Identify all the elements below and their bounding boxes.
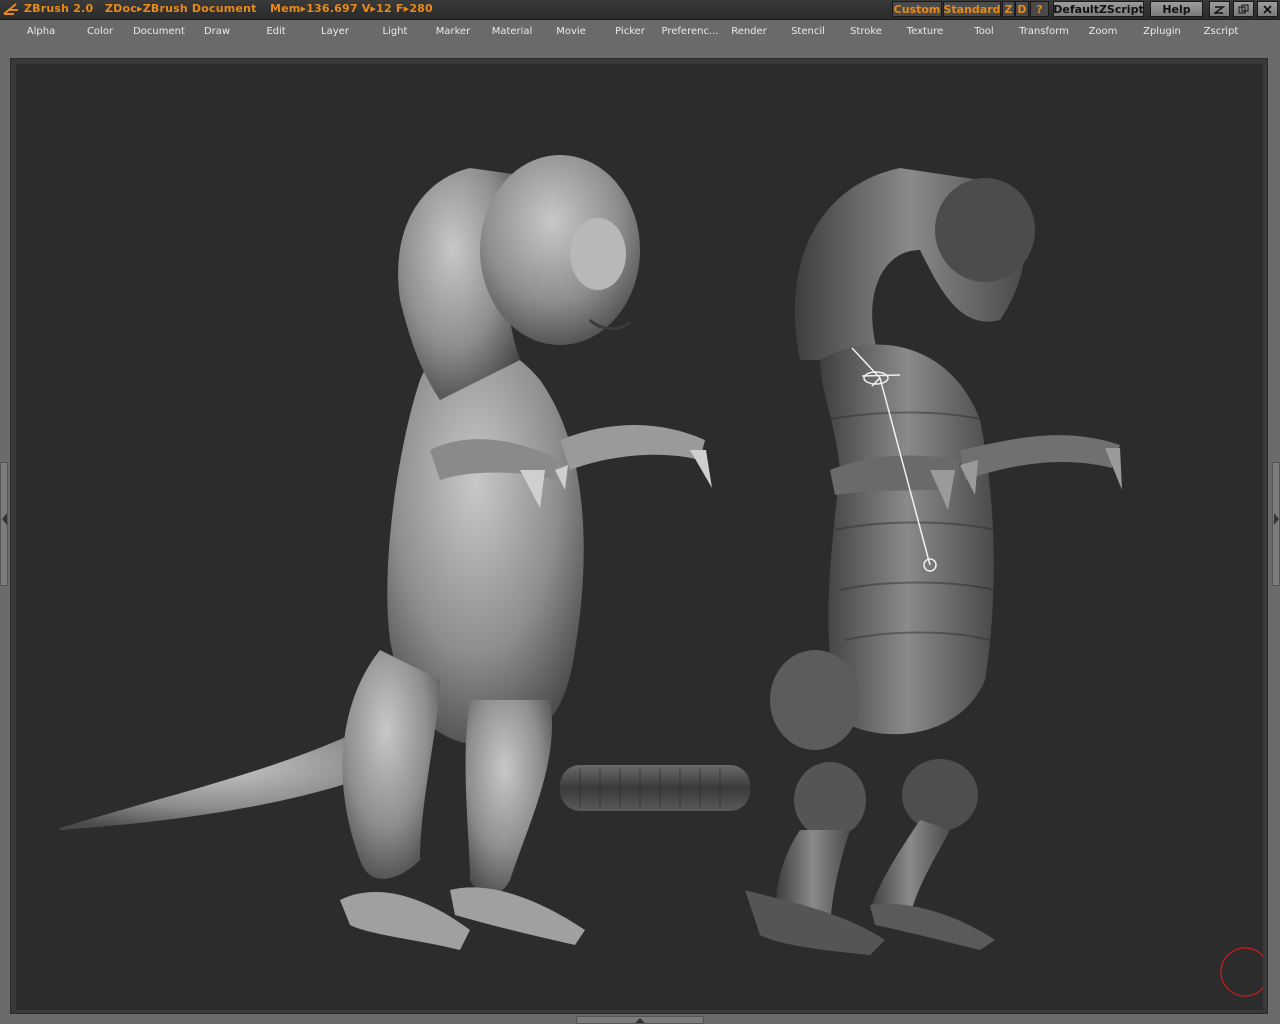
right-tray-handle[interactable] — [1272, 462, 1280, 586]
menu-color[interactable]: Color — [87, 26, 113, 37]
standard-button[interactable]: Standard — [943, 1, 1001, 17]
restore-button[interactable] — [1233, 1, 1254, 17]
menu-zplugin[interactable]: Zplugin — [1143, 26, 1181, 37]
left-arrow-icon — [2, 513, 7, 525]
up-arrow-icon — [635, 1018, 645, 1023]
menu-draw[interactable]: Draw — [204, 26, 230, 37]
menu-light[interactable]: Light — [383, 26, 408, 37]
minimize-button[interactable] — [1209, 1, 1230, 17]
bottom-tray-handle[interactable] — [576, 1016, 704, 1024]
d-button[interactable]: D — [1015, 1, 1029, 17]
left-tray-handle[interactable] — [0, 462, 8, 586]
question-button[interactable]: ? — [1030, 1, 1049, 17]
restore-icon — [1238, 4, 1249, 13]
minimize-icon — [1214, 5, 1225, 14]
menu-tool[interactable]: Tool — [974, 26, 993, 37]
brush-cursor-icon — [1220, 947, 1270, 997]
menu-zscript[interactable]: Zscript — [1204, 26, 1239, 37]
menu-edit[interactable]: Edit — [266, 26, 285, 37]
menu-texture[interactable]: Texture — [907, 26, 944, 37]
menu-material[interactable]: Material — [492, 26, 533, 37]
document-canvas[interactable] — [16, 64, 1270, 1010]
menu-marker[interactable]: Marker — [436, 26, 471, 37]
title-bar: ZBrush 2.0 ZDoc▸ZBrush Document Mem▸136.… — [0, 0, 1280, 20]
menu-alpha[interactable]: Alpha — [27, 26, 55, 37]
stats-readout: Mem▸136.697 V▸12 F▸280 — [270, 2, 433, 15]
zsphere-rig-model[interactable] — [560, 168, 1122, 955]
close-button[interactable] — [1257, 1, 1278, 17]
help-button[interactable]: Help — [1150, 1, 1203, 17]
menu-render[interactable]: Render — [731, 26, 767, 37]
menu-document[interactable]: Document — [133, 26, 185, 37]
menu-stencil[interactable]: Stencil — [791, 26, 825, 37]
menu-picker[interactable]: Picker — [615, 26, 645, 37]
sculpted-creature-model[interactable] — [60, 155, 712, 950]
viewport-scene — [60, 155, 1270, 997]
default-zscript-button[interactable]: DefaultZScript — [1053, 1, 1144, 17]
right-arrow-icon — [1274, 513, 1279, 525]
menu-zoom[interactable]: Zoom — [1089, 26, 1118, 37]
menu-bar: Alpha Color Document Draw Edit Layer Lig… — [0, 20, 1280, 47]
zbrush-logo-icon — [3, 3, 18, 15]
menu-stroke[interactable]: Stroke — [850, 26, 882, 37]
menu-movie[interactable]: Movie — [556, 26, 586, 37]
menu-preferences[interactable]: Preferenc... — [662, 26, 719, 37]
custom-button[interactable]: Custom — [892, 1, 942, 17]
z-button[interactable]: Z — [1002, 1, 1015, 17]
app-title: ZBrush 2.0 — [24, 2, 94, 15]
document-label[interactable]: ZDoc▸ZBrush Document — [105, 2, 257, 15]
menu-transform[interactable]: Transform — [1019, 26, 1069, 37]
close-icon — [1263, 4, 1272, 14]
menu-layer[interactable]: Layer — [321, 26, 349, 37]
